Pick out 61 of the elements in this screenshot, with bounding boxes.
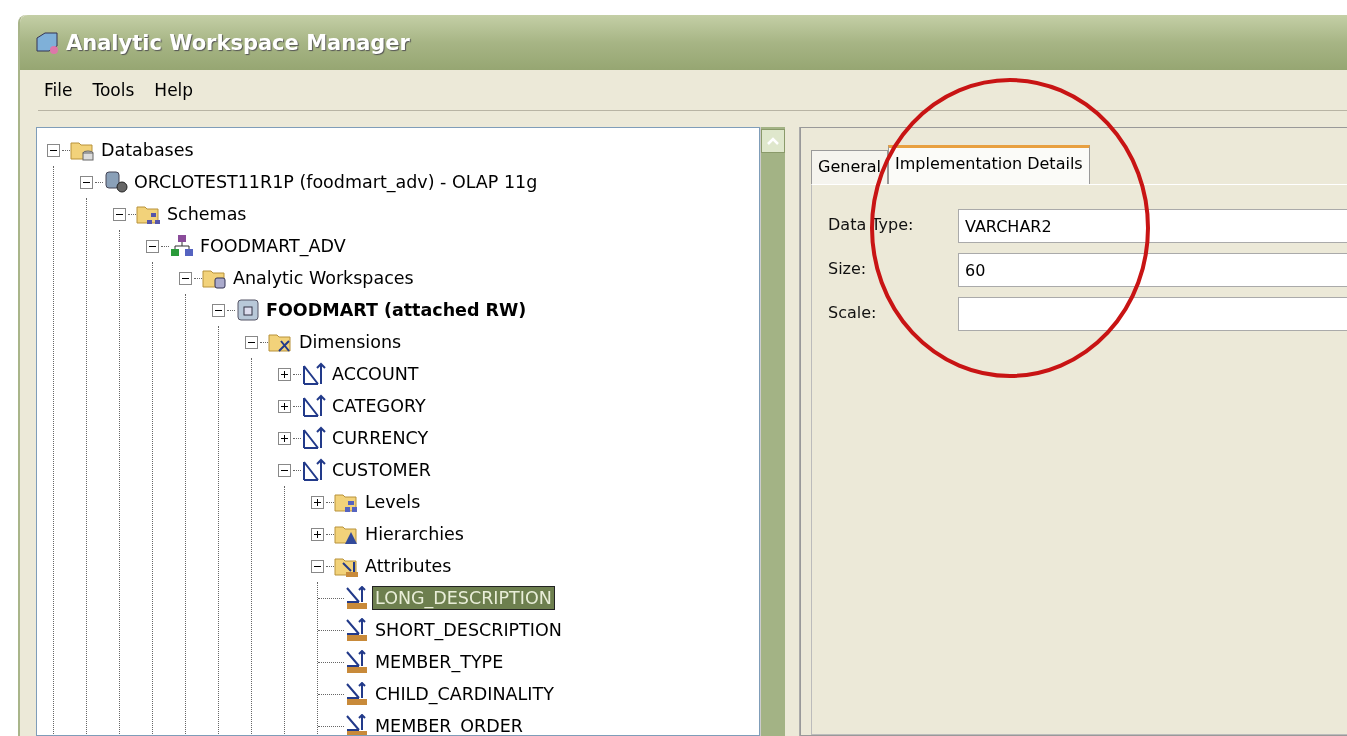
expand-icon[interactable] — [278, 399, 291, 413]
tree-item[interactable]: Analytic Workspaces — [231, 267, 416, 289]
tree-item[interactable]: Dimensions — [297, 331, 404, 353]
tree-item[interactable]: Levels — [363, 491, 423, 513]
tree-item[interactable]: ACCOUNT — [330, 363, 421, 385]
attribute-icon — [344, 714, 370, 735]
app-icon — [34, 29, 60, 56]
tree-item[interactable]: FOODMART_ADV — [198, 235, 348, 257]
tree-item[interactable]: Databases — [99, 139, 196, 161]
tree-item[interactable]: CATEGORY — [330, 395, 428, 417]
collapse-icon[interactable] — [179, 271, 192, 285]
attribute-icon — [344, 586, 370, 610]
tab[interactable]: General — [811, 150, 889, 184]
tree-item[interactable]: CUSTOMER — [330, 459, 433, 481]
collapse-icon[interactable] — [278, 463, 291, 477]
tab[interactable]: Implementation Details — [888, 145, 1090, 184]
tree-item[interactable]: SHORT_DESCRIPTION — [373, 619, 564, 641]
dimension-icon — [301, 426, 327, 450]
collapse-icon[interactable] — [245, 335, 258, 349]
dimension-icon — [301, 394, 327, 418]
attribute-icon — [344, 650, 370, 674]
scrollbar[interactable] — [760, 127, 785, 736]
field-label: Size: — [828, 258, 868, 280]
dimension-icon — [301, 362, 327, 386]
tree-item[interactable]: MEMBER_ORDER — [373, 715, 525, 735]
scroll-up-button[interactable] — [761, 129, 785, 153]
database-server-icon — [103, 170, 129, 194]
tree-item[interactable]: ORCLOTEST11R1P (foodmart_adv) - OLAP 11g — [132, 171, 540, 193]
menu-item[interactable]: Help — [148, 78, 200, 102]
tree-item[interactable]: CURRENCY — [330, 427, 431, 449]
text-field[interactable] — [958, 297, 1347, 331]
collapse-icon[interactable] — [113, 207, 126, 221]
tree-item[interactable]: Hierarchies — [363, 523, 466, 545]
tree-item[interactable]: Attributes — [363, 555, 454, 577]
collapse-icon[interactable] — [47, 143, 60, 157]
field-label: Data Type: — [828, 214, 915, 236]
tree-item[interactable]: MEMBER_TYPE — [373, 651, 506, 673]
collapse-icon[interactable] — [146, 239, 159, 253]
expand-icon[interactable] — [311, 495, 324, 509]
tree-item[interactable]: Schemas — [165, 203, 249, 225]
tree-item[interactable]: FOODMART (attached RW) — [264, 299, 529, 321]
menu-item[interactable]: Tools — [86, 78, 141, 102]
chevron-up-icon — [766, 136, 780, 146]
attribute-icon — [344, 682, 370, 706]
expand-icon[interactable] — [278, 367, 291, 381]
menu-item[interactable]: File — [38, 78, 79, 102]
tree-item[interactable]: CHILD_CARDINALITY — [373, 683, 556, 705]
tree-item[interactable]: LONG_DESCRIPTION — [373, 587, 554, 609]
workspace-icon — [235, 298, 261, 322]
expand-icon[interactable] — [311, 527, 324, 541]
collapse-icon[interactable] — [311, 559, 324, 573]
expand-icon[interactable] — [278, 431, 291, 445]
field-label: Scale: — [828, 302, 878, 324]
collapse-icon[interactable] — [80, 175, 93, 189]
attribute-icon — [344, 618, 370, 642]
dimension-icon — [301, 458, 327, 482]
collapse-icon[interactable] — [212, 303, 225, 317]
schema-icon — [169, 234, 195, 258]
window-title: Analytic Workspace Manager — [66, 30, 410, 55]
text-field[interactable]: 60 — [958, 253, 1347, 287]
text-field[interactable]: VARCHAR2 — [958, 209, 1347, 243]
